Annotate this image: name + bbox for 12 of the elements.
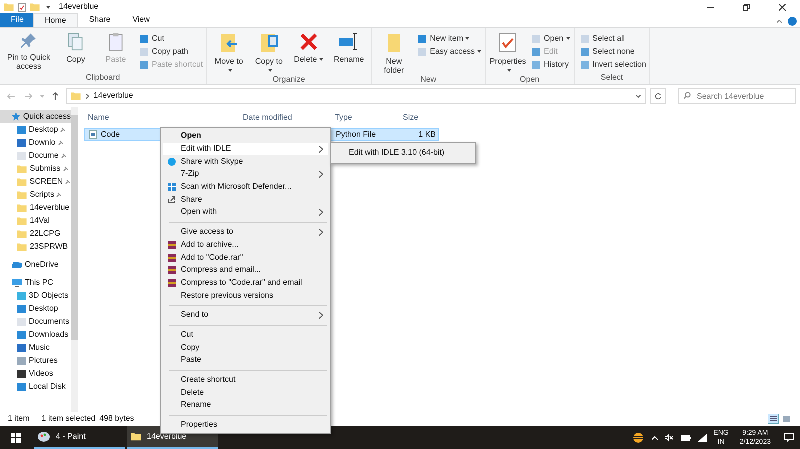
file-name: Code <box>101 128 120 140</box>
status-text: 498 bytes <box>100 413 134 425</box>
table-cell-text: 1 KB <box>418 128 436 140</box>
group-label: Select <box>600 73 624 83</box>
window-title: 14everblue <box>59 1 99 13</box>
group-label: Clipboard <box>84 73 122 83</box>
group-label: Organize <box>272 75 306 85</box>
group-label: New <box>420 75 438 85</box>
status-text: 1 item <box>8 413 30 425</box>
table-cell-text: Python File <box>335 128 378 140</box>
group-label: Open <box>519 75 541 85</box>
status-text: 1 item selected <box>42 413 96 425</box>
